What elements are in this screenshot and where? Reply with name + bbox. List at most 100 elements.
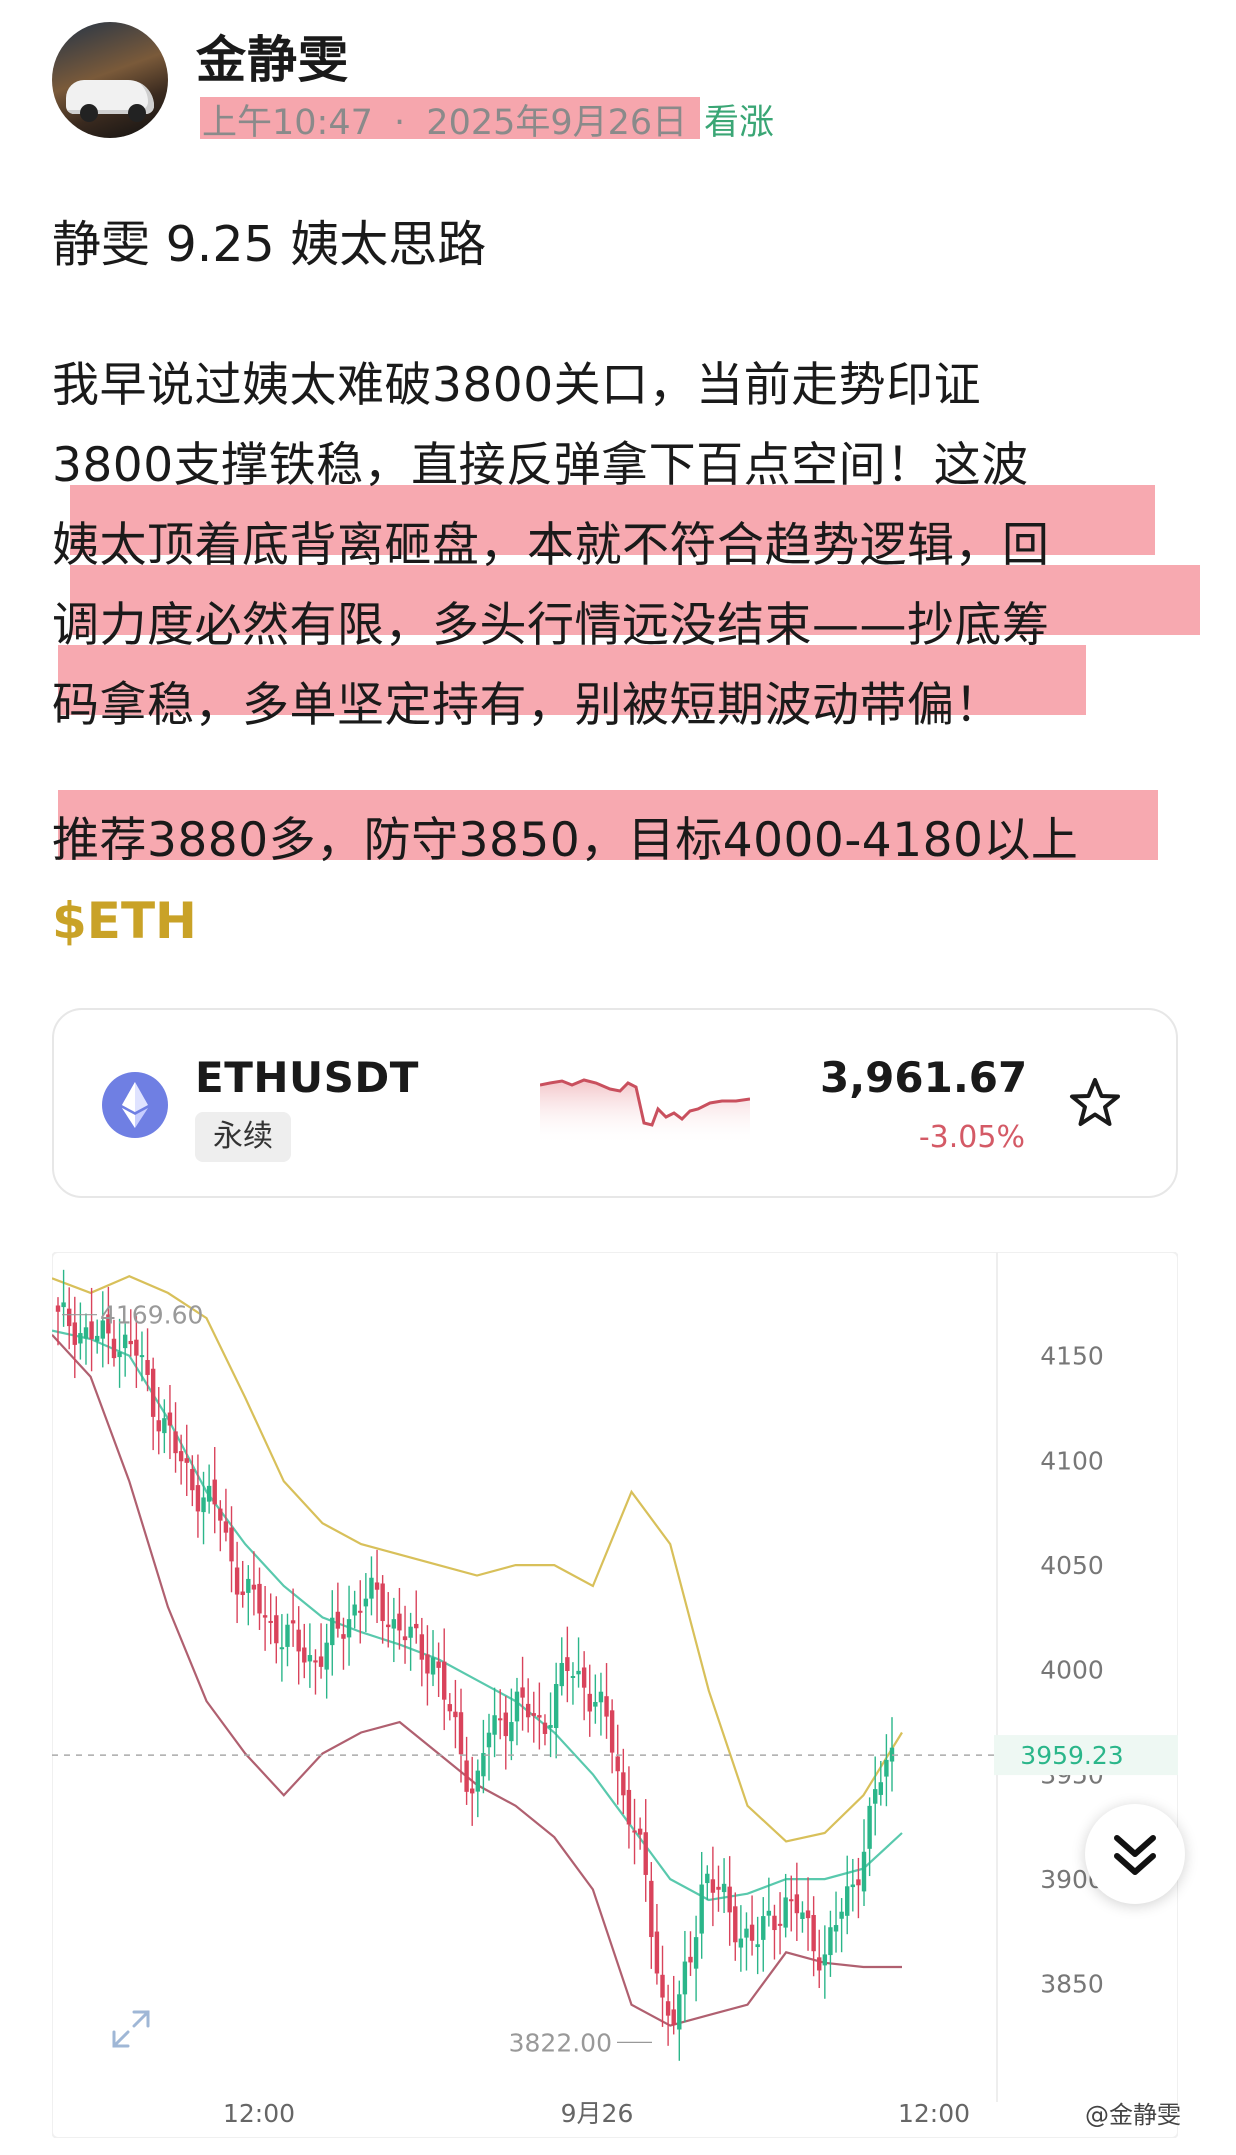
candle-body (55, 1305, 61, 1312)
candle-body (447, 1704, 453, 1712)
scroll-down-button[interactable] (1085, 1804, 1185, 1904)
candle-body (811, 1915, 816, 1952)
candle-body (699, 1884, 704, 1934)
post-body-line: 码拿稳，多单坚定持有，别被短期波动带偏！ (52, 678, 1002, 733)
candle-body (419, 1634, 425, 1660)
candle-body (783, 1897, 788, 1928)
candle-body (805, 1910, 811, 1919)
candle-body (733, 1906, 738, 1943)
candle-body (548, 1725, 553, 1728)
current-price-label: 3959.23 (1020, 1741, 1123, 1770)
candle-body (581, 1667, 587, 1688)
candle-body (150, 1368, 156, 1417)
candle-body (229, 1527, 234, 1562)
candle-body (626, 1789, 632, 1825)
candle-body (324, 1642, 329, 1670)
candle-body (386, 1624, 391, 1628)
author-name[interactable]: 金静雯 (196, 20, 349, 92)
y-tick-label: 3850 (1040, 1970, 1104, 1999)
candle-body (615, 1756, 620, 1772)
candle-body (414, 1623, 419, 1629)
candle-body (262, 1615, 268, 1618)
candle-body (78, 1333, 83, 1344)
candle-body (285, 1624, 290, 1647)
candle-body (246, 1578, 251, 1593)
candle-body (677, 1994, 682, 2030)
sentiment-label: 看涨 (704, 103, 775, 143)
candle-body (408, 1626, 413, 1638)
candle-body (705, 1873, 710, 1884)
candle-body (167, 1412, 173, 1426)
candle-body (352, 1604, 357, 1616)
candle-body (637, 1828, 643, 1835)
candle-body (307, 1655, 313, 1662)
candle-body (643, 1832, 648, 1875)
candle-body (632, 1830, 637, 1833)
candle-body (475, 1770, 480, 1792)
sparkline (540, 1078, 750, 1145)
candle-body (789, 1899, 794, 1902)
avatar[interactable] (52, 22, 168, 138)
candle-body (430, 1657, 436, 1675)
candle-body (861, 1851, 867, 1892)
candle-body (688, 1956, 693, 1963)
y-tick-label: 4050 (1040, 1551, 1104, 1580)
candle-body (72, 1322, 77, 1345)
candle-body (162, 1418, 167, 1434)
candle-body (290, 1620, 296, 1624)
ticker-price: 3,961.67 (820, 1053, 1028, 1102)
candle-body (318, 1656, 324, 1667)
candle-body (621, 1772, 626, 1796)
candle-body (671, 2009, 676, 2025)
candle-body (593, 1701, 598, 1707)
candle-body (509, 1722, 514, 1742)
candle-body (240, 1591, 245, 1595)
candle-body (358, 1610, 363, 1613)
candle-body (721, 1883, 727, 1893)
candle-body (111, 1338, 117, 1359)
ticker-symbol: ETHUSDT (195, 1053, 419, 1102)
star-outline-icon[interactable] (1065, 1074, 1125, 1134)
wheel-shape (80, 104, 98, 122)
candle-body (716, 1886, 721, 1890)
candle-body (884, 1759, 889, 1777)
candle-body (251, 1584, 257, 1590)
candle-body (481, 1753, 486, 1777)
candle-body (794, 1894, 800, 1914)
candle-body (380, 1583, 385, 1622)
candle-body (744, 1928, 749, 1938)
meta-separator: · (394, 103, 406, 143)
candle-body (369, 1577, 374, 1599)
candle-body (559, 1662, 564, 1687)
candle-body (542, 1722, 548, 1734)
x-tick-label: 12:00 (898, 2099, 970, 2128)
price-chart[interactable]: 415041004050400039503900385012:009月2612:… (52, 1252, 1178, 2138)
candle-body (470, 1788, 475, 1794)
candle-body (693, 1937, 699, 1969)
candle-body (134, 1339, 139, 1356)
candle-body (190, 1468, 195, 1491)
candle-body (570, 1676, 576, 1679)
candle-body (274, 1615, 279, 1644)
post-body-line: 姨太顶着底背离砸盘，本就不符合趋势逻辑，回 (52, 518, 1050, 573)
candle-body (397, 1613, 402, 1631)
candle-body (772, 1915, 777, 1931)
double-chevron-down-icon (1114, 1835, 1156, 1875)
candle-body (145, 1360, 150, 1375)
candle-body (234, 1567, 240, 1595)
candle-body (553, 1684, 559, 1729)
post-body-line: 调力度必然有限，多头行情远没结束——抄底筹 (52, 598, 1050, 653)
candle-body (296, 1629, 301, 1652)
candle-body (817, 1957, 822, 1971)
candle-body (83, 1327, 89, 1339)
candle-body (66, 1308, 72, 1327)
candle-body (212, 1479, 217, 1505)
y-tick-label: 4150 (1040, 1342, 1104, 1371)
candle-body (313, 1660, 318, 1663)
candle-body (609, 1710, 615, 1753)
candle-body (660, 1974, 665, 1998)
candle-body (178, 1451, 184, 1462)
candle-body (856, 1879, 861, 1886)
cashtag-link[interactable]: $ETH (52, 892, 197, 950)
candle-body (425, 1654, 430, 1674)
